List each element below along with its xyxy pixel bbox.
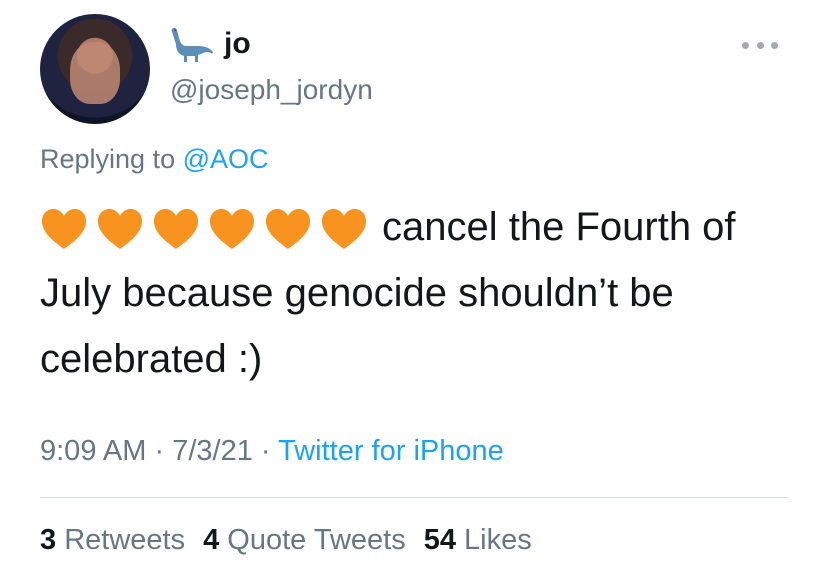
more-options-icon[interactable] bbox=[742, 40, 778, 50]
quote-tweets-label: Quote Tweets bbox=[227, 524, 406, 556]
replying-prefix: Replying to bbox=[40, 144, 176, 174]
dinosaur-icon bbox=[171, 28, 213, 62]
likes-count: 54 bbox=[423, 524, 456, 556]
tweet-meta: 9:09 AM · 7/3/21 · Twitter for iPhone bbox=[40, 435, 504, 468]
quote-tweets-count: 4 bbox=[203, 524, 220, 556]
quote-tweets-stat[interactable]: 4 Quote Tweets bbox=[203, 524, 406, 557]
display-name[interactable]: jo bbox=[224, 29, 251, 59]
orange-heart-icon bbox=[266, 209, 310, 250]
tweet-stats: 3 Retweets 4 Quote Tweets 54 Likes bbox=[40, 524, 532, 557]
dot-icon bbox=[771, 41, 778, 49]
user-handle[interactable]: @joseph_jordyn bbox=[170, 74, 373, 106]
tweet-date[interactable]: 7/3/21 bbox=[172, 435, 253, 467]
orange-heart-icon bbox=[322, 209, 366, 250]
dot-icon bbox=[742, 41, 749, 49]
retweets-label: Retweets bbox=[64, 524, 186, 556]
name-row: jo bbox=[168, 24, 251, 64]
orange-heart-icon bbox=[98, 209, 142, 250]
tweet-body: cancel the Fourth of July because genoci… bbox=[40, 194, 800, 392]
reply-mention-link[interactable]: @AOC bbox=[183, 144, 269, 174]
divider bbox=[40, 497, 788, 498]
meta-separator: · bbox=[260, 435, 271, 467]
tweet-source-link[interactable]: Twitter for iPhone bbox=[278, 435, 504, 467]
likes-stat[interactable]: 54 Likes bbox=[424, 524, 532, 557]
dot-icon bbox=[756, 41, 764, 49]
avatar[interactable] bbox=[40, 14, 150, 124]
heart-emoji-group bbox=[40, 207, 368, 251]
tweet-time[interactable]: 9:09 AM bbox=[40, 435, 146, 467]
likes-label: Likes bbox=[464, 524, 532, 556]
orange-heart-icon bbox=[42, 209, 86, 250]
meta-separator: · bbox=[154, 435, 165, 467]
orange-heart-icon bbox=[154, 209, 198, 250]
orange-heart-icon bbox=[210, 209, 254, 250]
retweets-count: 3 bbox=[40, 524, 57, 556]
retweets-stat[interactable]: 3 Retweets bbox=[40, 524, 185, 557]
replying-to: Replying to @AOC bbox=[40, 144, 269, 175]
